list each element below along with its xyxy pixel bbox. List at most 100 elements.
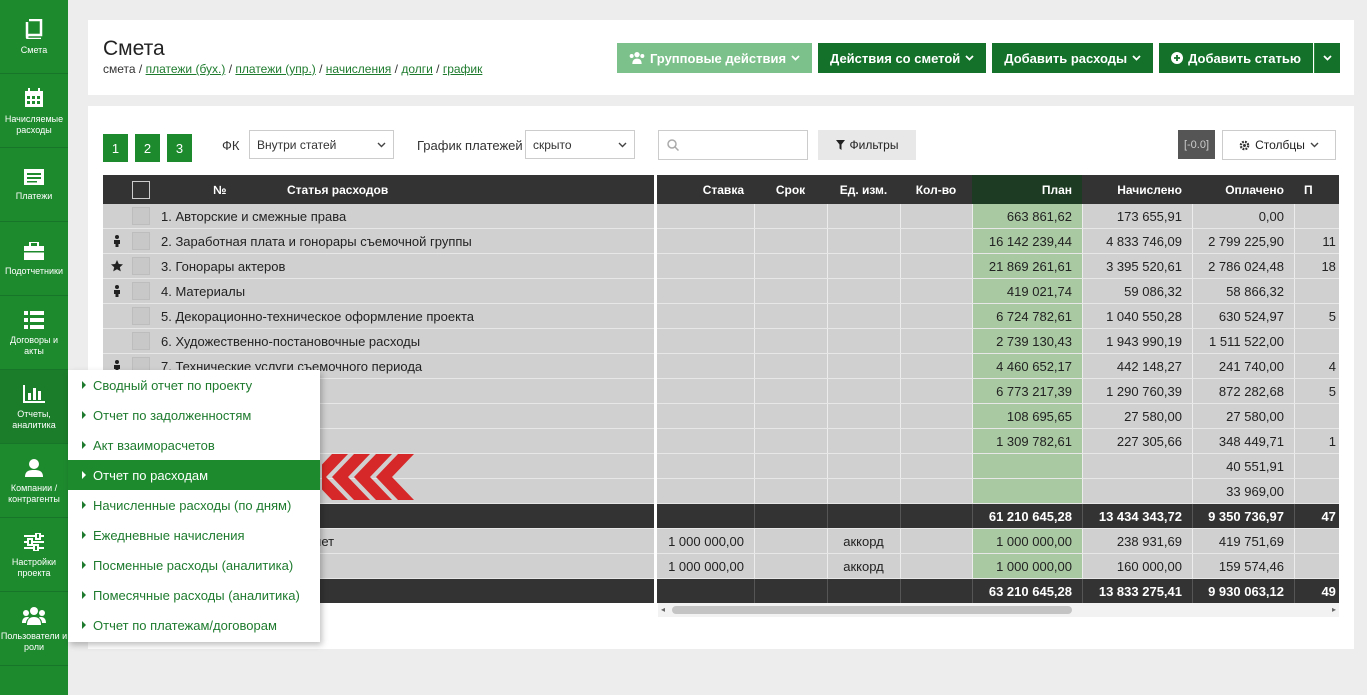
- col-plan[interactable]: План: [972, 175, 1082, 204]
- table-row[interactable]: 4. Материалы 419 021,74 59 086,32 58 866,32…: [103, 279, 1339, 304]
- sidebar-item-accountable[interactable]: Подотчетники: [0, 222, 68, 296]
- col-rate[interactable]: Ставка: [658, 175, 754, 204]
- cell-paid: 9 930 063,12: [1208, 583, 1284, 599]
- row-checkbox[interactable]: [131, 304, 151, 328]
- reports-menu-item[interactable]: Сводный отчет по проекту: [68, 370, 320, 400]
- search-input[interactable]: [658, 130, 808, 160]
- reports-menu-item[interactable]: Начисленные расходы (по дням): [68, 490, 320, 520]
- row-checkbox[interactable]: [131, 254, 151, 278]
- star-icon: [107, 254, 127, 278]
- row-item-name[interactable]: 6. Художественно-постановочные расходы: [161, 329, 651, 353]
- row-item-name[interactable]: 2. Заработная плата и гонорары съемочной…: [161, 229, 651, 253]
- sidebar-item-contracts[interactable]: Договоры и акты: [0, 296, 68, 370]
- caret-right-icon: [82, 621, 86, 629]
- row-checkbox[interactable]: [131, 329, 151, 353]
- row-checkbox[interactable]: [131, 229, 151, 253]
- cell-paid: 2 799 225,90: [1208, 233, 1284, 249]
- cell-next: 4 01: [1328, 358, 1339, 374]
- scrollbar-thumb[interactable]: [672, 606, 1072, 614]
- cell-unit: [827, 404, 900, 428]
- col-qty[interactable]: Кол-во: [900, 175, 972, 204]
- row-checkbox[interactable]: [131, 279, 151, 303]
- reports-menu-item[interactable]: Ежедневные начисления: [68, 520, 320, 550]
- table-row[interactable]: 1. Авторские и смежные права 663 861,62 17…: [103, 204, 1339, 229]
- reports-menu-item[interactable]: Отчет по задолженностям: [68, 400, 320, 430]
- column-divider: [754, 479, 755, 503]
- schedule-select[interactable]: скрыто: [525, 130, 635, 159]
- fk-select[interactable]: Внутри статей: [249, 130, 394, 159]
- column-divider: [1192, 404, 1193, 428]
- select-all-checkbox[interactable]: [131, 175, 151, 204]
- column-divider: [1192, 554, 1193, 578]
- row-item-name[interactable]: 3. Гонорары актеров: [161, 254, 651, 278]
- col-next[interactable]: П: [1304, 175, 1339, 204]
- table-row[interactable]: 5. Декорационно-техническое оформление п…: [103, 304, 1339, 329]
- breadcrumb-link-debts[interactable]: долги: [401, 62, 433, 76]
- chevron-down-icon: [618, 142, 627, 147]
- breadcrumb-link-schedule[interactable]: график: [443, 62, 483, 76]
- sidebar-item-estimate[interactable]: Смета: [0, 0, 68, 74]
- table-row[interactable]: 3. Гонорары актеров 21 869 261,61 3 395 52…: [103, 254, 1339, 279]
- table-row[interactable]: 2. Заработная плата и гонорары съемочной…: [103, 229, 1339, 254]
- cell-next: 1 08: [1328, 433, 1339, 449]
- reports-menu-item[interactable]: Акт взаиморасчетов: [68, 430, 320, 460]
- row-item-name[interactable]: 4. Материалы: [161, 279, 651, 303]
- page-button-2[interactable]: 2: [135, 134, 160, 162]
- col-accrued[interactable]: Начислено: [1082, 175, 1192, 204]
- reports-menu-item[interactable]: Посменные расходы (аналитика): [68, 550, 320, 580]
- columns-button[interactable]: Столбцы: [1222, 130, 1336, 160]
- breadcrumb-link-payments-acc[interactable]: платежи (бух.): [146, 62, 226, 76]
- row-checkbox[interactable]: [131, 204, 151, 228]
- column-divider: [1082, 554, 1083, 578]
- cell-plan: 63 210 645,28: [988, 583, 1072, 599]
- breadcrumb-link-payments-mgmt[interactable]: платежи (упр.): [235, 62, 315, 76]
- table-row[interactable]: 6. Художественно-постановочные расходы 2 …: [103, 329, 1339, 354]
- col-unit[interactable]: Ед. изм.: [827, 175, 900, 204]
- sidebar-item-accrued[interactable]: Начисляемые расходы: [0, 74, 68, 148]
- estimate-actions-button[interactable]: Действия со сметой: [818, 43, 987, 73]
- sidebar-item-companies[interactable]: Компании / контрагенты: [0, 444, 68, 518]
- cell-next: 47 77: [1321, 508, 1339, 524]
- cell-accrued: 4 833 746,09: [1106, 233, 1182, 249]
- col-paid[interactable]: Оплачено: [1192, 175, 1294, 204]
- cell-next: 84: [1294, 554, 1339, 578]
- add-item-button[interactable]: Добавить статью: [1159, 43, 1313, 73]
- cell-accrued: [1082, 454, 1192, 478]
- column-divider: [1082, 354, 1083, 378]
- bar-chart-icon: [23, 384, 45, 403]
- cell-next: 49 37: [1321, 583, 1339, 599]
- scroll-left-icon[interactable]: ◂: [661, 605, 665, 614]
- cell-next: 11 30: [1322, 233, 1339, 249]
- group-actions-button[interactable]: Групповые действия: [616, 43, 813, 73]
- page-button-1[interactable]: 1: [103, 134, 128, 162]
- col-term[interactable]: Срок: [754, 175, 827, 204]
- column-divider: [900, 579, 901, 603]
- col-item[interactable]: Статья расходов: [287, 175, 487, 204]
- sidebar-item-settings[interactable]: Настройки проекта: [0, 518, 68, 592]
- version-badge[interactable]: [-0.0]: [1178, 130, 1215, 159]
- scroll-right-icon[interactable]: ▸: [1332, 605, 1336, 614]
- cell-rate: [658, 379, 754, 403]
- reports-menu-item[interactable]: Отчет по платежам/договорам: [68, 610, 320, 640]
- col-num[interactable]: №: [213, 175, 233, 204]
- row-item-name[interactable]: 5. Декорационно-техническое оформление п…: [161, 304, 651, 328]
- add-item-dropdown-button[interactable]: [1314, 43, 1340, 73]
- horizontal-scrollbar[interactable]: ◂ ▸: [658, 603, 1339, 617]
- cell-plan: 1 309 782,61: [996, 433, 1072, 449]
- sidebar-item-payments[interactable]: Платежи: [0, 148, 68, 222]
- sidebar-item-users[interactable]: Пользователи и роли: [0, 592, 68, 666]
- column-divider: [1192, 354, 1193, 378]
- row-item-name[interactable]: 1. Авторские и смежные права: [161, 204, 651, 228]
- column-divider: [900, 354, 901, 378]
- page-button-3[interactable]: 3: [167, 134, 192, 162]
- column-divider: [972, 354, 973, 378]
- reports-menu-item[interactable]: Помесячные расходы (аналитика): [68, 580, 320, 610]
- reports-menu-item[interactable]: Отчет по расходам: [68, 460, 320, 490]
- breadcrumb-link-accruals[interactable]: начисления: [326, 62, 392, 76]
- cell-next: 79: [1294, 329, 1339, 353]
- sidebar-item-reports[interactable]: Отчеты, аналитика: [0, 370, 68, 444]
- column-divider: [1294, 504, 1295, 528]
- filters-button[interactable]: Фильтры: [818, 130, 916, 160]
- schedule-label: График платежей: [417, 138, 523, 153]
- add-expenses-button[interactable]: Добавить расходы: [992, 43, 1154, 73]
